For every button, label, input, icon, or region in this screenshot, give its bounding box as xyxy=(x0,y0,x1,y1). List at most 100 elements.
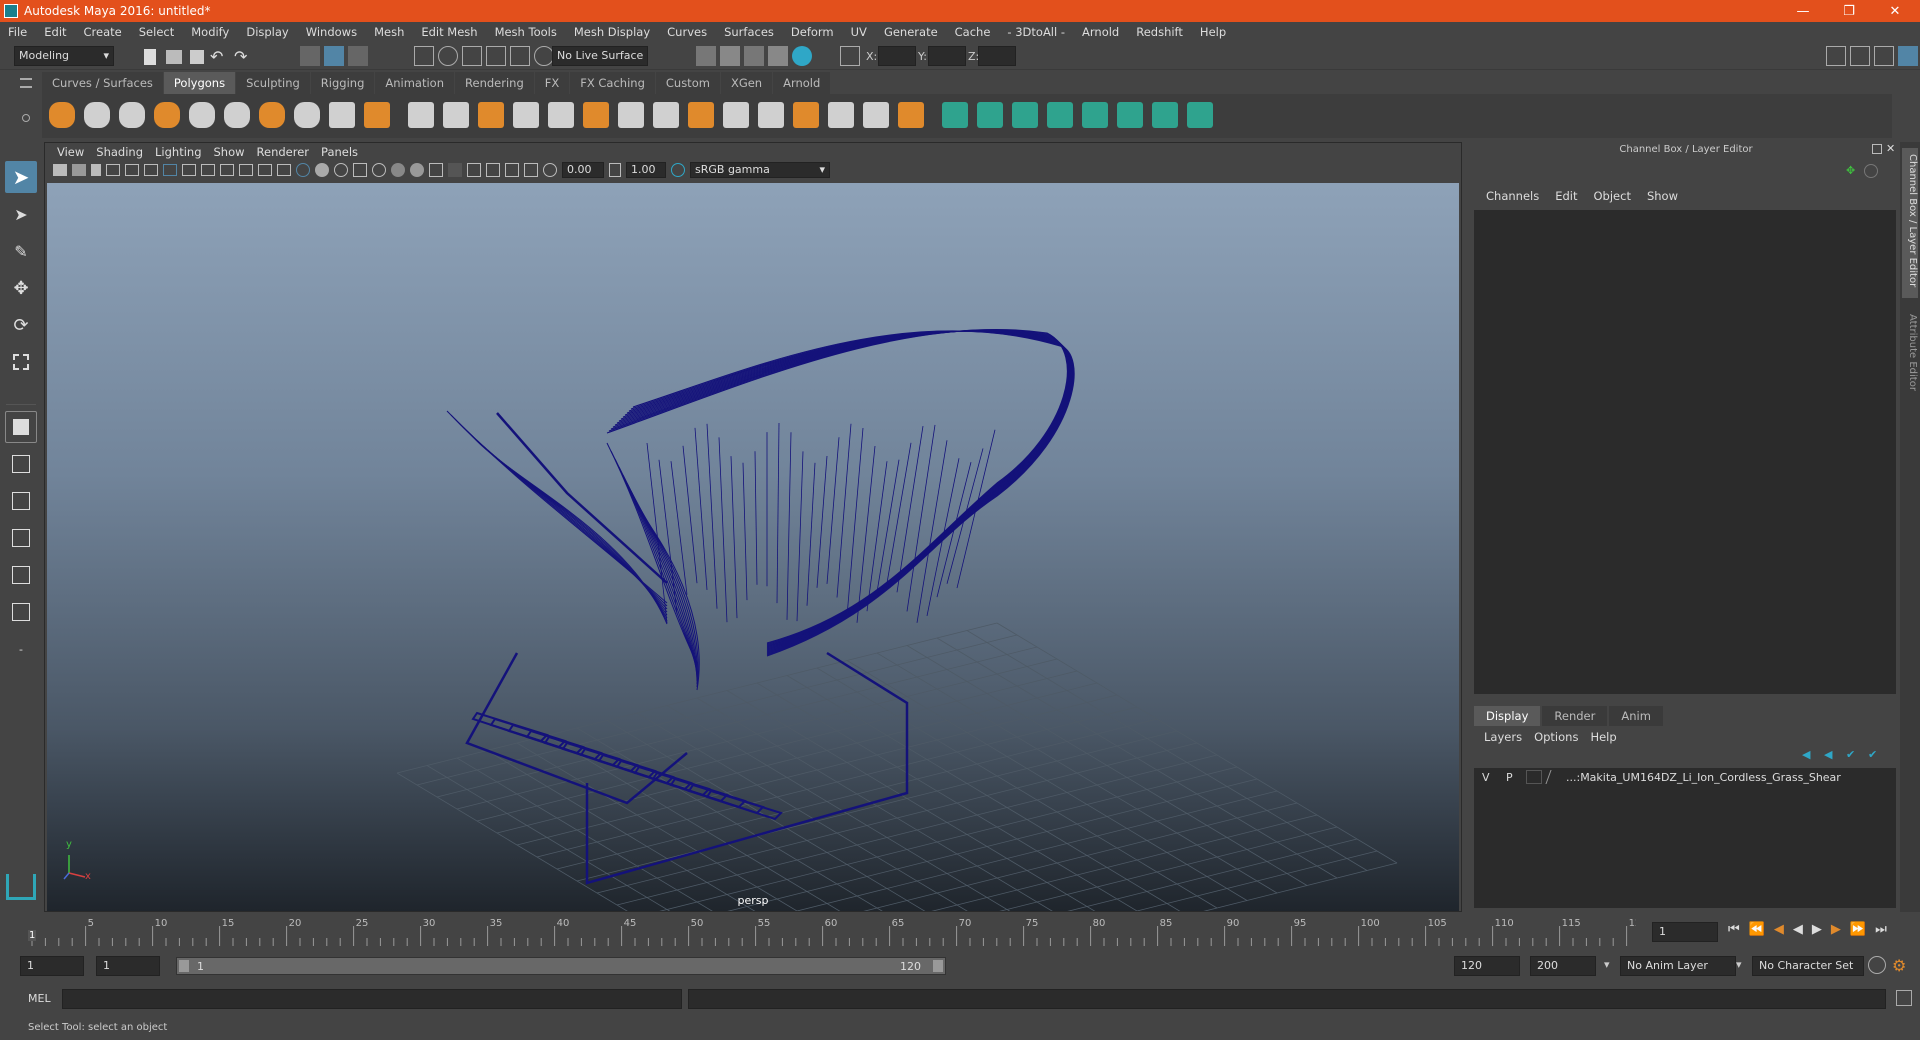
perspective-viewport[interactable]: y x persp xyxy=(47,183,1459,911)
viewport-menu-panels[interactable]: Panels xyxy=(317,145,366,159)
grease-pencil-icon[interactable] xyxy=(144,164,158,176)
shelf-tab-rigging[interactable]: Rigging xyxy=(310,72,375,94)
grid-toggle-icon[interactable] xyxy=(163,164,177,176)
channel-box-body[interactable] xyxy=(1474,210,1896,694)
hypershade-layout-button[interactable] xyxy=(5,596,37,628)
smooth-icon[interactable] xyxy=(443,102,469,128)
close-panel-icon[interactable]: ✕ xyxy=(1886,142,1895,155)
move-layer-up-icon[interactable]: ◀ xyxy=(1802,748,1816,761)
film-gate-icon[interactable] xyxy=(182,164,196,176)
bridge-icon[interactable] xyxy=(618,102,644,128)
menu-curves[interactable]: Curves xyxy=(659,25,716,39)
shelf-tab-sculpting[interactable]: Sculpting xyxy=(236,72,310,94)
close-button[interactable]: ✕ xyxy=(1872,0,1918,22)
character-set-chevron-icon[interactable]: ▾ xyxy=(1736,958,1742,971)
persp-graph-layout-button[interactable] xyxy=(5,522,37,554)
bevel-icon[interactable] xyxy=(653,102,679,128)
automatic-uv-icon[interactable] xyxy=(977,102,1003,128)
menu-file[interactable]: File xyxy=(0,25,36,39)
playback-start-field[interactable]: 1 xyxy=(96,956,160,976)
separate-icon[interactable] xyxy=(364,102,390,128)
gamma-field[interactable]: 1.00 xyxy=(626,162,666,178)
color-management-icon[interactable] xyxy=(671,163,685,177)
resolution-gate-icon[interactable] xyxy=(201,164,215,176)
shelf-tab-polygons[interactable]: Polygons xyxy=(163,72,236,94)
shelf-options-icon[interactable] xyxy=(20,78,32,88)
select-by-hierarchy-icon[interactable] xyxy=(300,46,320,66)
animation-end-field[interactable]: 200 xyxy=(1530,956,1596,976)
snap-curve-icon[interactable] xyxy=(438,46,458,66)
snap-point-icon[interactable] xyxy=(462,46,482,66)
connect-icon[interactable] xyxy=(828,102,854,128)
poly-cone-icon[interactable] xyxy=(154,102,180,128)
poly-plane-icon[interactable] xyxy=(189,102,215,128)
channel-box-toggle-icon[interactable] xyxy=(1898,46,1918,66)
image-plane-icon[interactable] xyxy=(106,164,120,176)
layer-menu-help[interactable]: Help xyxy=(1584,730,1622,744)
layer-tab-anim[interactable]: Anim xyxy=(1609,706,1663,726)
append-to-polygon-icon[interactable] xyxy=(688,102,714,128)
step-forward-key-icon[interactable]: ▶ xyxy=(1831,922,1841,937)
channel-manipulators-icon[interactable]: ✥ xyxy=(1846,164,1860,178)
menu-mesh-tools[interactable]: Mesh Tools xyxy=(487,25,566,39)
four-view-layout-button[interactable] xyxy=(5,448,37,480)
script-editor-icon[interactable] xyxy=(1896,990,1912,1006)
multi-cut-icon[interactable] xyxy=(723,102,749,128)
uv-editor-icon[interactable] xyxy=(942,102,968,128)
channel-box-menu-channels[interactable]: Channels xyxy=(1478,189,1547,203)
shelf-tab-arnold[interactable]: Arnold xyxy=(773,72,831,94)
poly-cube-icon[interactable] xyxy=(84,102,110,128)
viewport-menu-shading[interactable]: Shading xyxy=(92,145,151,159)
menu-generate[interactable]: Generate xyxy=(876,25,947,39)
side-tab-attribute-editor[interactable]: Attribute Editor xyxy=(1902,308,1918,408)
ambient-occlusion-icon[interactable] xyxy=(410,163,424,177)
safe-title-icon[interactable] xyxy=(277,164,291,176)
y-field[interactable] xyxy=(928,46,966,66)
isolate-select-icon[interactable] xyxy=(467,163,481,177)
cut-uv-icon[interactable] xyxy=(1082,102,1108,128)
poly-cylinder-icon[interactable] xyxy=(119,102,145,128)
menu-uv[interactable]: UV xyxy=(843,25,876,39)
sew-uv-icon[interactable] xyxy=(1187,102,1213,128)
anim-layer-chevron-icon[interactable]: ▾ xyxy=(1604,958,1610,971)
side-tab-channel-box[interactable]: Channel Box / Layer Editor xyxy=(1902,148,1918,298)
z-field[interactable] xyxy=(978,46,1016,66)
xray-icon[interactable] xyxy=(486,163,500,177)
go-to-start-icon[interactable]: ⏮ xyxy=(1728,922,1740,937)
menu-modify[interactable]: Modify xyxy=(183,25,238,39)
quad-draw-icon[interactable] xyxy=(898,102,924,128)
poly-sphere-icon[interactable] xyxy=(49,102,75,128)
shelf-tab-custom[interactable]: Custom xyxy=(655,72,720,94)
menu-mesh[interactable]: Mesh xyxy=(366,25,413,39)
smooth-shade-icon[interactable] xyxy=(315,163,329,177)
rotate-tool-button[interactable]: ⟳ xyxy=(5,309,37,341)
poly-torus-icon[interactable] xyxy=(224,102,250,128)
textured-icon[interactable] xyxy=(353,163,367,177)
menu-display[interactable]: Display xyxy=(238,25,297,39)
gate-mask-icon[interactable] xyxy=(220,164,234,176)
menu-mesh-display[interactable]: Mesh Display xyxy=(566,25,659,39)
redo-icon[interactable]: ↷ xyxy=(234,47,254,67)
layer-visibility-toggle[interactable]: V xyxy=(1482,771,1500,784)
poly-pyramid-icon[interactable] xyxy=(259,102,285,128)
booleans-icon[interactable] xyxy=(513,102,539,128)
menu-3dtoall[interactable]: - 3DtoAll - xyxy=(999,25,1074,39)
open-scene-icon[interactable] xyxy=(166,50,182,64)
wireframe-shading-icon[interactable] xyxy=(296,163,310,177)
menu-edit[interactable]: Edit xyxy=(36,25,75,39)
minimize-button[interactable]: — xyxy=(1780,0,1826,22)
ipr-render-icon[interactable] xyxy=(744,46,764,66)
save-scene-icon[interactable] xyxy=(190,50,204,64)
color-space-dropdown[interactable]: sRGB gamma ▾ xyxy=(690,162,830,178)
animation-start-field[interactable]: 1 xyxy=(20,956,84,976)
time-slider[interactable]: 5 10 15 20 25 30 35 40 45 50 55 60 65 70 75 80 85 90 95 100… xyxy=(28,916,1636,946)
wireframe-on-shaded-icon[interactable] xyxy=(334,163,348,177)
menu-help[interactable]: Help xyxy=(1192,25,1235,39)
menu-redshift[interactable]: Redshift xyxy=(1128,25,1192,39)
outliner-persp-layout-button[interactable] xyxy=(5,559,37,591)
safe-action-icon[interactable] xyxy=(258,164,272,176)
layer-menu-layers[interactable]: Layers xyxy=(1478,730,1528,744)
extrude-icon[interactable] xyxy=(583,102,609,128)
render-view-icon[interactable] xyxy=(768,46,788,66)
move-tool-button[interactable]: ✥ xyxy=(5,272,37,304)
